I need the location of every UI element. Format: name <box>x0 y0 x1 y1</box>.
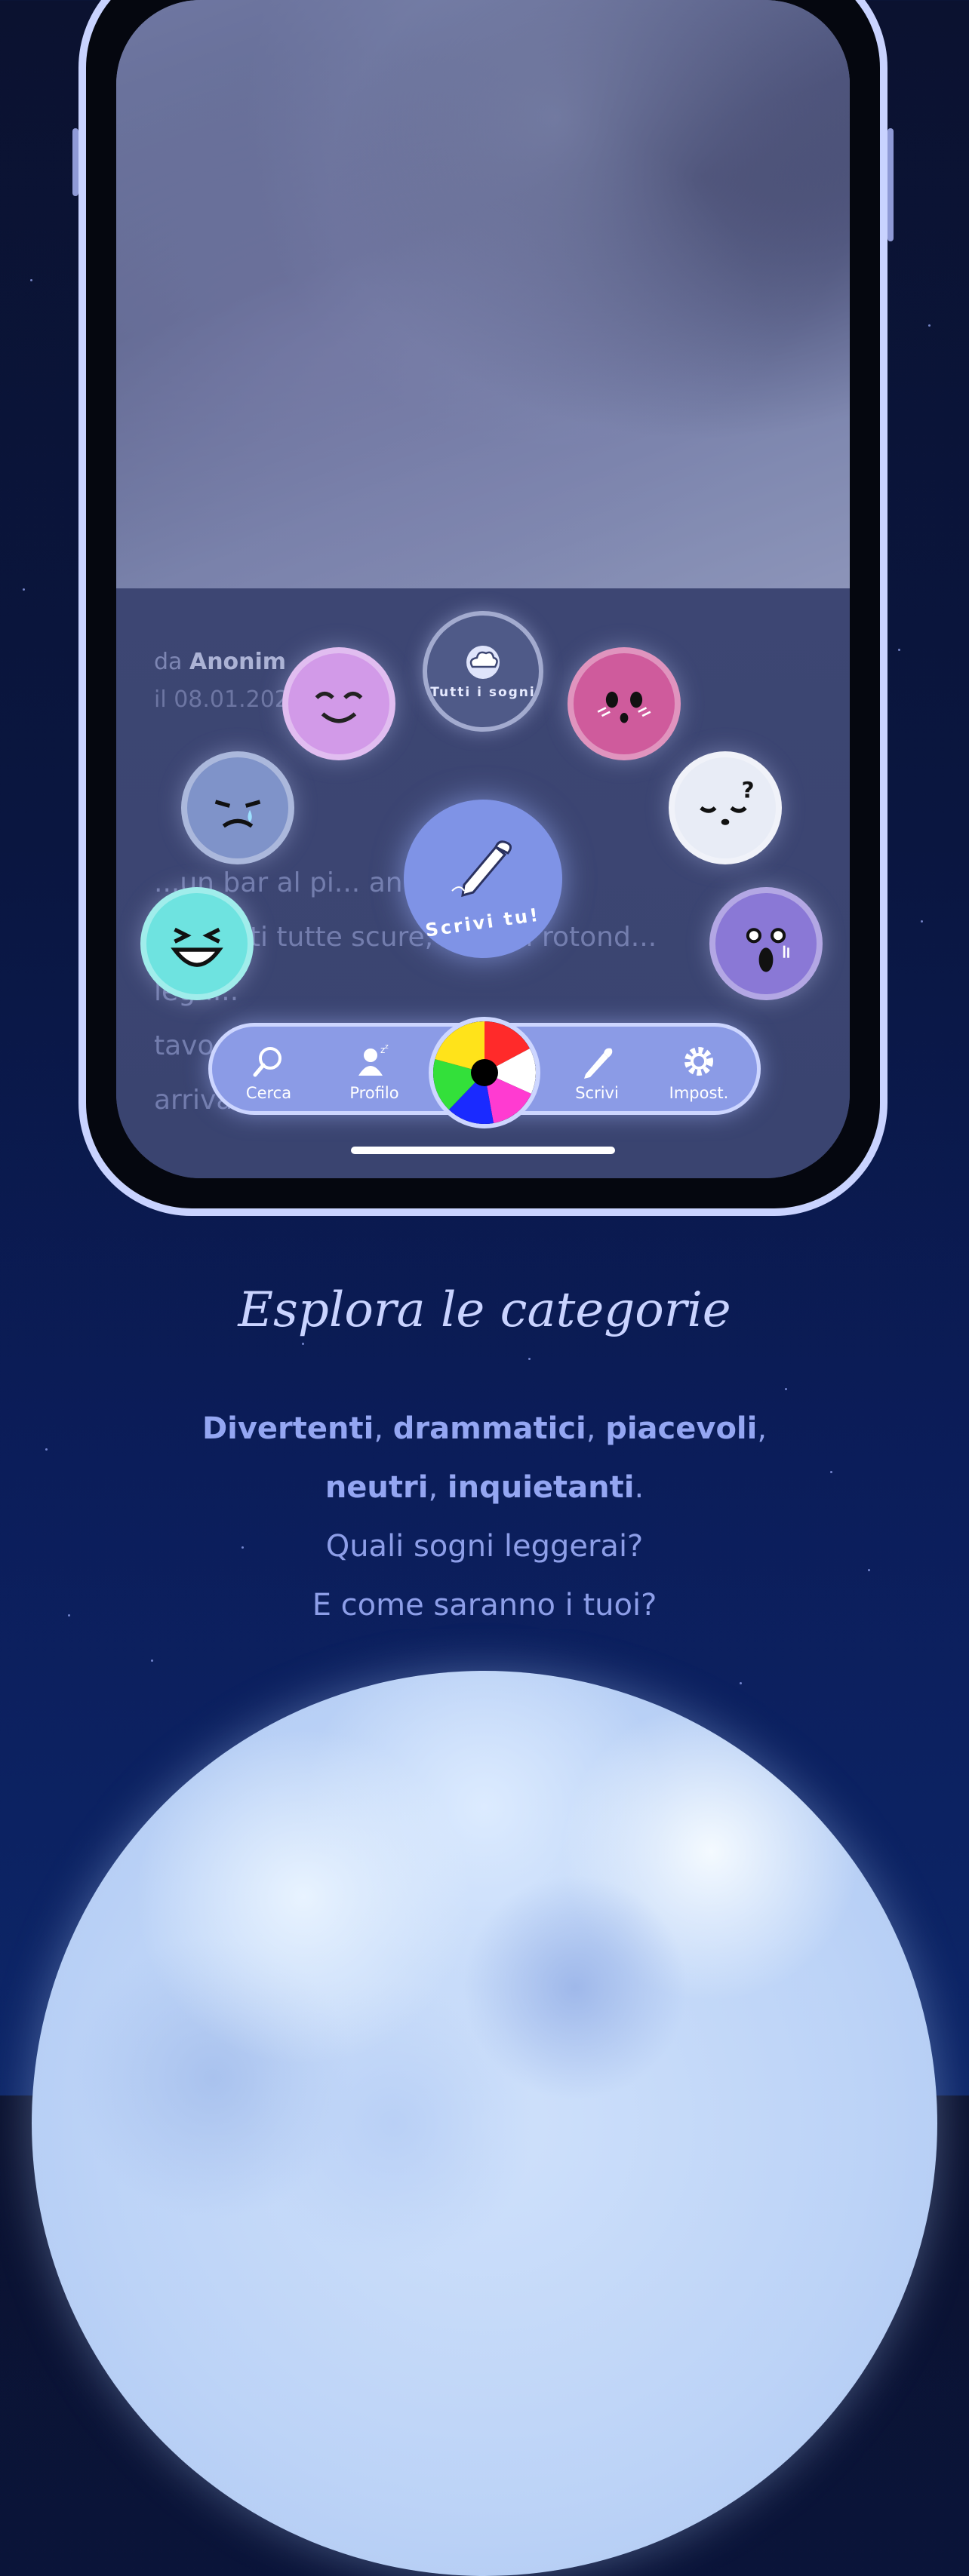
phone-button <box>72 128 78 196</box>
svg-text:?: ? <box>741 778 754 803</box>
category-pleasant-button[interactable] <box>282 647 395 760</box>
category-wheel-button[interactable] <box>429 1017 540 1128</box>
scared-face-icon <box>746 928 789 972</box>
promo-line: Quali sogni leggerai? <box>325 1529 644 1564</box>
profile-icon: z z <box>358 1043 389 1076</box>
all-dreams-button[interactable]: Tutti i sogni <box>423 611 543 732</box>
phone-button <box>887 128 894 241</box>
promo-word: neutri <box>325 1470 429 1505</box>
nav-profile-label: Profilo <box>349 1084 399 1102</box>
dream-image <box>116 0 850 588</box>
author-prefix: da <box>154 649 183 675</box>
all-dreams-label: Tutti i sogni <box>430 685 536 700</box>
moon-illustration <box>32 1671 937 2576</box>
nav-search-label: Cerca <box>245 1084 292 1102</box>
search-icon <box>253 1047 281 1077</box>
category-dramatic-button[interactable] <box>181 751 294 864</box>
category-embarrassing-button[interactable] <box>568 647 681 760</box>
cloud-icon <box>466 646 500 679</box>
gear-icon <box>684 1047 713 1076</box>
promo-word: Divertenti <box>201 1411 374 1446</box>
svg-text:z: z <box>385 1043 389 1051</box>
category-neutral-button[interactable]: ? <box>669 751 782 864</box>
promo-line: neutri, inquietanti. <box>325 1470 644 1505</box>
laughing-face-icon <box>171 927 223 967</box>
smiling-face-icon <box>315 691 363 723</box>
nav-settings-label: Impost. <box>669 1084 729 1102</box>
blushing-face-icon <box>597 691 651 723</box>
quill-icon <box>584 1048 613 1079</box>
write-dream-label: Scrivi tu! <box>424 904 542 941</box>
promo-line: E come saranno i tuoi? <box>312 1588 657 1623</box>
promo-lines: Divertenti, drammatici, piacevoli, neutr… <box>0 1399 969 1635</box>
sleepy-face-icon: ? <box>700 778 755 825</box>
dream-author[interactable]: da Anonim <box>154 649 286 675</box>
nav-search[interactable]: Cerca <box>227 1040 310 1102</box>
color-wheel-icon <box>433 1021 536 1124</box>
author-name: Anonim <box>189 649 287 675</box>
promo-headline: Esplora le categorie <box>238 1282 731 1338</box>
category-unsettling-button[interactable] <box>709 887 823 1000</box>
nav-profile[interactable]: z z Profilo <box>333 1040 416 1102</box>
pencil-icon <box>451 840 512 898</box>
promo-line: Divertenti, drammatici, piacevoli, <box>201 1411 768 1446</box>
nav-settings[interactable]: Impost. <box>657 1040 740 1102</box>
sad-face-icon <box>214 800 261 828</box>
promo-word: piacevoli <box>605 1411 758 1446</box>
nav-write[interactable]: Scrivi <box>555 1040 638 1102</box>
write-dream-button[interactable]: Scrivi tu! <box>404 800 562 958</box>
phone-screen: da Anonim il 08.01.2026 ... 19 ...un bar… <box>116 0 850 1178</box>
promo-word: inquietanti <box>447 1470 635 1505</box>
nav-write-label: Scrivi <box>575 1084 619 1102</box>
home-indicator <box>351 1147 615 1154</box>
category-funny-button[interactable] <box>140 887 254 1000</box>
promo-word: drammatici <box>392 1411 586 1446</box>
